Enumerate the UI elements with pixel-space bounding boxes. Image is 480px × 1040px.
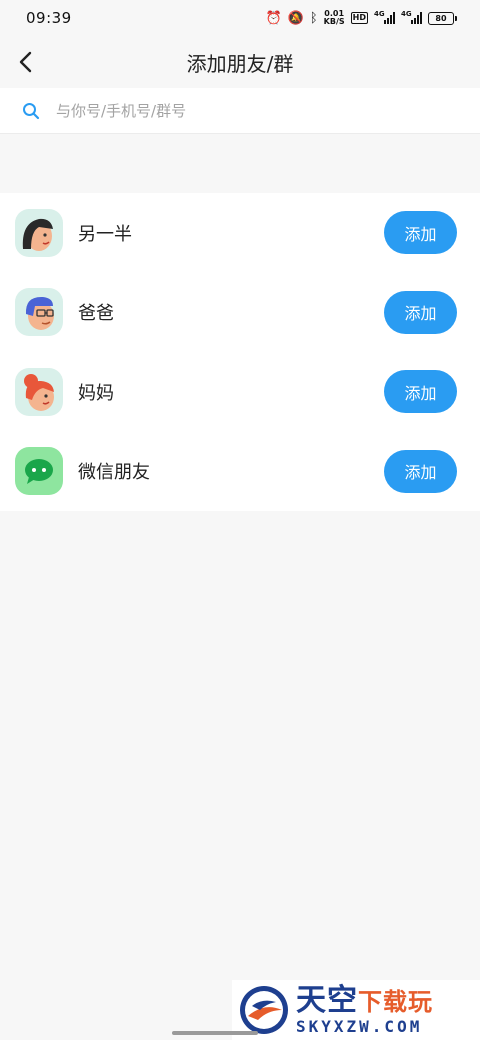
watermark-main-b: 下载玩 [358,987,433,1016]
status-time: 09:39 [26,9,72,27]
dad-face-icon [15,288,63,337]
wechat-icon [15,447,63,496]
network-speed-unit: KB/S [323,17,345,26]
watermark-text: 天空下载玩 SKYXZW.COM [296,982,433,1036]
signal-icon: 4G [374,10,395,24]
add-button-partner[interactable]: 添加 [384,211,457,254]
list-item-partner[interactable]: 另一半 添加 [0,193,480,273]
mom-face-icon [15,367,63,416]
add-button-wechat-friends[interactable]: 添加 [384,449,457,493]
add-button-mom[interactable]: 添加 [384,370,457,413]
mute-bell-icon: 🔕 [287,10,304,26]
watermark-logo-icon [240,986,288,1034]
list-item-mom[interactable]: 妈妈 添加 [0,352,480,432]
woman-face-icon [15,208,63,257]
search-icon [23,102,40,119]
contact-list: 另一半 添加 爸爸 添加 妈妈 添加 微信朋友 添加 [0,193,480,511]
search-bar[interactable] [0,88,480,134]
hd-badge: HD [350,12,368,24]
chevron-left-icon [19,51,32,73]
watermark-sub: SKYXZW.COM [296,1016,423,1036]
page-title: 添加朋友/群 [186,51,294,76]
battery-level: 80 [435,13,447,23]
nav-bar: 添加朋友/群 [0,36,480,88]
item-label: 爸爸 [78,303,114,325]
network-speed: 0.01 KB/S [324,10,345,26]
bluetooth-icon: ᛒ [309,10,318,26]
watermark-main: 天空下载玩 [296,982,433,1018]
signal-1-label: 4G [374,10,385,18]
add-button-dad[interactable]: 添加 [384,290,457,334]
alarm-icon: ⏰ [265,10,282,26]
watermark-main-a: 天空 [296,982,358,1018]
home-indicator[interactable] [172,1031,258,1035]
site-watermark: 天空下载玩 SKYXZW.COM [232,980,480,1040]
list-item-dad[interactable]: 爸爸 添加 [0,273,480,353]
battery-icon: 80 [428,11,457,25]
list-item-wechat-friends[interactable]: 微信朋友 添加 [0,432,480,512]
signal-icon-2: 4G [401,10,422,24]
status-icons: ⏰ 🔕 ᛒ 0.01 KB/S HD 4G 4G 80 [265,10,457,26]
status-bar: 09:39 ⏰ 🔕 ᛒ 0.01 KB/S HD 4G 4G 80 [0,0,480,36]
search-input[interactable] [56,101,416,120]
item-label: 另一半 [78,223,132,245]
signal-2-label: 4G [401,10,412,18]
item-label: 微信朋友 [78,462,150,484]
item-label: 妈妈 [78,382,114,404]
back-button[interactable] [12,48,40,76]
